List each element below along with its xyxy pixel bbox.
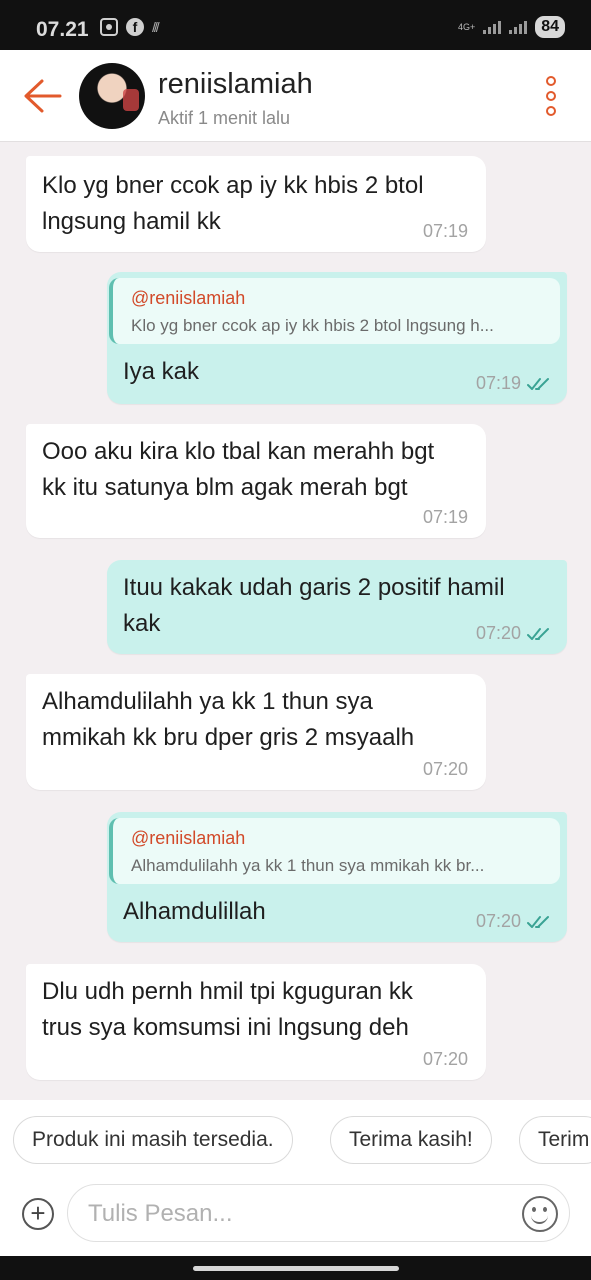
message-line: Alhamdulilahh ya kk 1 thun sya bbox=[42, 688, 373, 715]
quoted-reply[interactable]: @reniislamiah Klo yg bner ccok ap iy kk … bbox=[109, 278, 560, 344]
message-line: kak bbox=[123, 610, 161, 637]
read-receipt-icon bbox=[527, 628, 549, 640]
chat-messages-area[interactable]: Klo yg bner ccok ap iy kk hbis 2 btol ln… bbox=[0, 142, 591, 1100]
message-time: 07:19 bbox=[422, 507, 468, 527]
status-notification-icons: f /// bbox=[100, 18, 160, 36]
read-receipt-icon bbox=[527, 916, 549, 928]
emoji-icon[interactable] bbox=[522, 1196, 558, 1232]
status-time: 07.21 bbox=[36, 18, 89, 41]
quote-author: @reniislamiah bbox=[131, 828, 246, 848]
message-time: 07:19 bbox=[422, 221, 468, 241]
message-composer: + Tulis Pesan... bbox=[0, 1176, 591, 1256]
message-line: lngsung hamil kk bbox=[42, 208, 221, 235]
message-line: trus sya komsumsi ini lngsung deh bbox=[42, 1014, 409, 1041]
outgoing-message[interactable]: Ituu kakak udah garis 2 positif hamil ka… bbox=[107, 560, 567, 654]
message-line: Iya kak bbox=[123, 358, 200, 385]
message-line: Ooo aku kira klo tbal kan merahh bgt bbox=[42, 438, 435, 465]
status-right: 4G+ 84 bbox=[458, 16, 565, 38]
wifi-signal-icon: /// bbox=[152, 19, 160, 35]
more-options-icon[interactable] bbox=[543, 76, 559, 116]
message-time: 07:20 bbox=[422, 759, 468, 779]
message-line: Dlu udh pernh hmil tpi kguguran kk bbox=[42, 978, 413, 1005]
message-line: Klo yg bner ccok ap iy kk hbis 2 btol bbox=[42, 172, 424, 199]
message-line: Ituu kakak udah garis 2 positif hamil bbox=[123, 574, 505, 601]
contact-avatar[interactable] bbox=[79, 63, 145, 129]
back-arrow-icon[interactable] bbox=[22, 77, 62, 115]
quick-reply-chip[interactable]: Terim bbox=[519, 1116, 591, 1164]
battery-indicator: 84 bbox=[535, 16, 565, 38]
message-time: 07:20 bbox=[475, 623, 521, 643]
network-type: 4G+ bbox=[457, 21, 476, 32]
message-time: 07:19 bbox=[475, 373, 521, 393]
message-line: mmikah kk bru dper gris 2 msyaalh bbox=[42, 724, 415, 751]
quick-reply-chip[interactable]: Produk ini masih tersedia. bbox=[13, 1116, 293, 1164]
quote-text: Klo yg bner ccok ap iy kk hbis 2 btol ln… bbox=[131, 316, 494, 335]
quick-replies-bar: Produk ini masih tersedia. Terima kasih!… bbox=[0, 1100, 591, 1176]
message-time: 07:20 bbox=[475, 911, 521, 931]
quote-text: Alhamdulilahh ya kk 1 thun sya mmikah kk… bbox=[131, 856, 485, 875]
message-line: kk itu satunya blm agak merah bgt bbox=[42, 474, 408, 501]
message-input-placeholder: Tulis Pesan... bbox=[88, 1200, 233, 1227]
status-bar: 07.21 f /// 4G+ 84 bbox=[0, 0, 591, 50]
screenshot-icon bbox=[100, 18, 118, 36]
chat-header: reniislamiah Aktif 1 menit lalu bbox=[0, 50, 591, 142]
message-input[interactable]: Tulis Pesan... bbox=[67, 1184, 570, 1242]
incoming-message[interactable]: Alhamdulilahh ya kk 1 thun sya mmikah kk… bbox=[26, 674, 486, 790]
outgoing-message[interactable]: @reniislamiah Alhamdulilahh ya kk 1 thun… bbox=[107, 812, 567, 942]
read-receipt-icon bbox=[527, 378, 549, 390]
cell-signal-icon bbox=[483, 20, 502, 34]
home-gesture-handle[interactable] bbox=[193, 1266, 399, 1271]
navigation-bar bbox=[0, 1256, 591, 1280]
outgoing-message[interactable]: @reniislamiah Klo yg bner ccok ap iy kk … bbox=[107, 272, 567, 404]
quoted-reply[interactable]: @reniislamiah Alhamdulilahh ya kk 1 thun… bbox=[109, 818, 560, 884]
incoming-message[interactable]: Ooo aku kira klo tbal kan merahh bgt kk … bbox=[26, 424, 486, 538]
plus-icon[interactable]: + bbox=[22, 1198, 54, 1230]
message-line: Alhamdulillah bbox=[123, 898, 266, 925]
incoming-message[interactable]: Dlu udh pernh hmil tpi kguguran kk trus … bbox=[26, 964, 486, 1080]
contact-name[interactable]: reniislamiah bbox=[158, 68, 313, 101]
quick-reply-chip[interactable]: Terima kasih! bbox=[330, 1116, 492, 1164]
quote-author: @reniislamiah bbox=[131, 288, 246, 308]
cell-signal-icon-2 bbox=[509, 20, 528, 34]
message-time: 07:20 bbox=[422, 1049, 468, 1069]
contact-status: Aktif 1 menit lalu bbox=[158, 108, 291, 128]
facebook-icon: f bbox=[126, 18, 144, 36]
incoming-message[interactable]: Klo yg bner ccok ap iy kk hbis 2 btol ln… bbox=[26, 156, 486, 252]
